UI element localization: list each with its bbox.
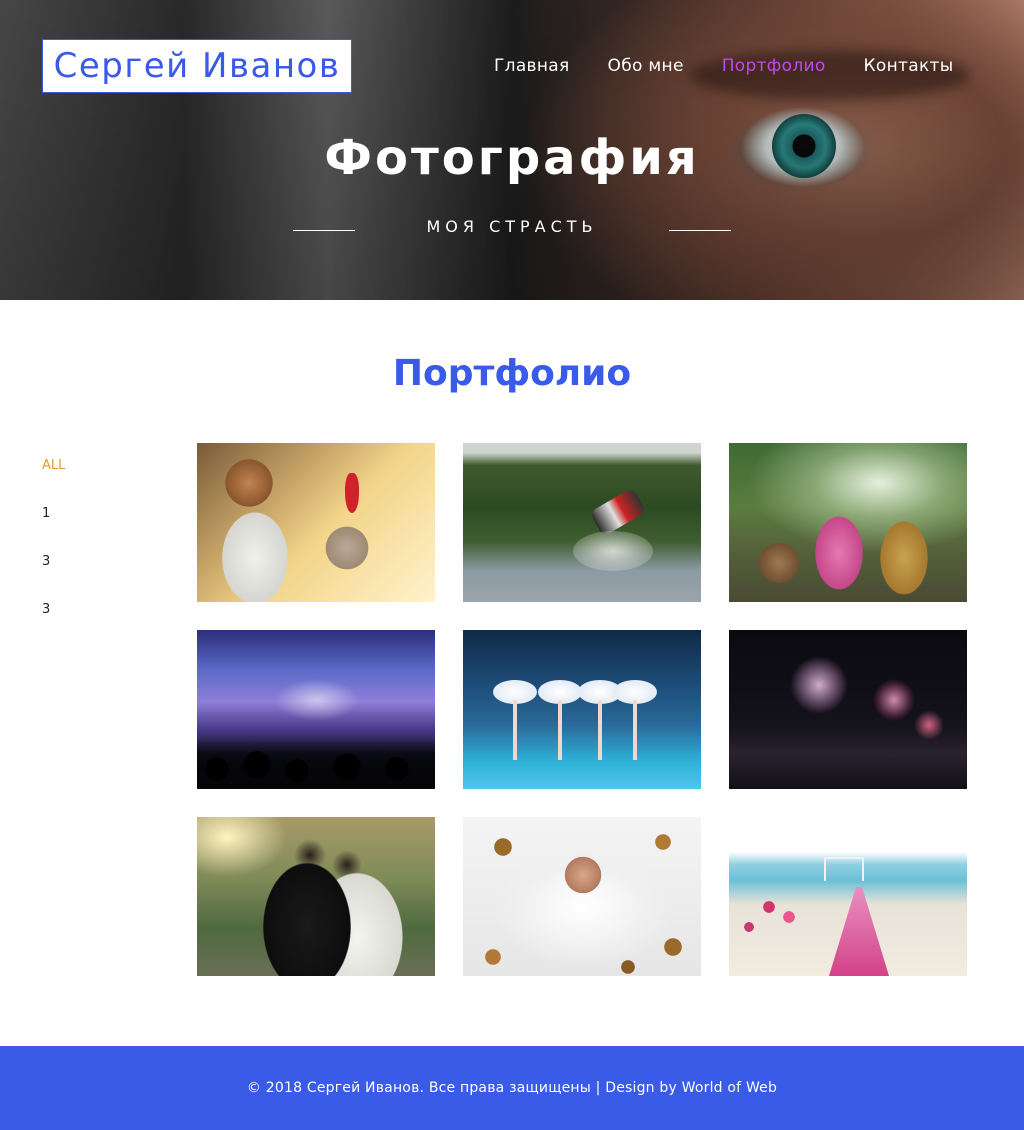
nav-item-contacts[interactable]: Контакты xyxy=(864,54,954,78)
site-footer: © 2018 Сергей Иванов. Все права защищены… xyxy=(0,1046,1024,1130)
portfolio-photo-fireworks[interactable] xyxy=(729,630,967,789)
filter-1[interactable]: 1 xyxy=(42,504,65,524)
photo-detail-aisle xyxy=(829,887,889,976)
photo-detail-crowd xyxy=(197,739,435,789)
portfolio-photo-concert[interactable] xyxy=(197,630,435,789)
filter-3b[interactable]: 3 xyxy=(42,600,65,620)
nav-item-about[interactable]: Обо мне xyxy=(608,54,684,78)
portfolio-filters: ALL 1 3 3 xyxy=(42,456,65,648)
photo-detail-leg xyxy=(598,700,602,760)
site-logo[interactable]: Сергей Иванов xyxy=(42,39,352,93)
hero-title: Фотография xyxy=(324,130,700,186)
portfolio-photo-boy-balloon[interactable] xyxy=(197,443,435,602)
portfolio-photo-beach-wedding[interactable] xyxy=(729,817,967,976)
nav-item-home[interactable]: Главная xyxy=(494,54,570,78)
photo-detail-splash xyxy=(573,531,653,571)
portfolio-gallery xyxy=(197,443,967,976)
hero-banner: Сергей Иванов Главная Обо мне Портфолио … xyxy=(0,0,1024,300)
portfolio-photo-wedding-couple[interactable] xyxy=(197,817,435,976)
portfolio-photo-bride-leaves[interactable] xyxy=(463,817,701,976)
photo-detail-flowers xyxy=(729,877,829,947)
photo-detail-leg xyxy=(513,700,517,760)
main-nav: Главная Обо мне Портфолио Контакты xyxy=(494,54,953,78)
portfolio-title: Портфолио xyxy=(392,353,632,394)
portfolio-photo-ballet[interactable] xyxy=(463,630,701,789)
filter-3a[interactable]: 3 xyxy=(42,552,65,572)
portfolio-photo-rice-women[interactable] xyxy=(729,443,967,602)
photo-detail-leg xyxy=(633,700,637,760)
footer-copyright: © 2018 Сергей Иванов. Все права защищены… xyxy=(246,1080,778,1096)
nav-item-portfolio[interactable]: Портфолио xyxy=(722,54,826,78)
filter-all[interactable]: ALL xyxy=(42,456,65,476)
photo-detail-arch xyxy=(824,857,864,881)
portfolio-photo-wakeboard[interactable] xyxy=(463,443,701,602)
hero-divider-right xyxy=(669,230,731,231)
photo-detail-leg xyxy=(558,700,562,760)
hero-subtitle: МОЯ СТРАСТЬ xyxy=(426,217,598,236)
photo-detail-balloon xyxy=(345,473,359,513)
photo-detail-rider xyxy=(589,487,647,537)
